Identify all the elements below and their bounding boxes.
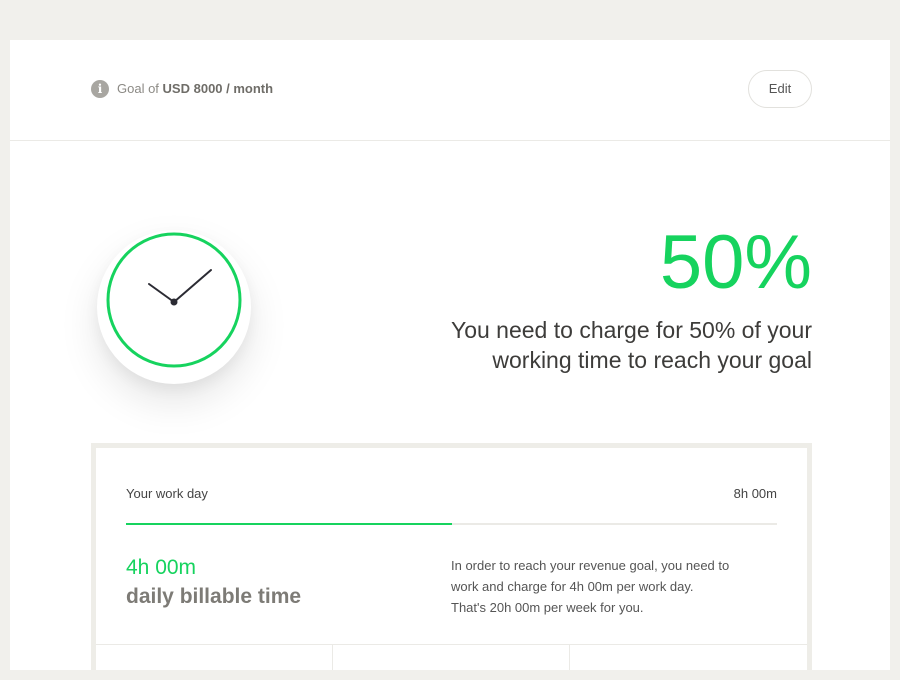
billable-progress-track [126, 523, 777, 525]
subtitle-line-2: working time to reach your goal [492, 347, 812, 373]
goal-subtitle: You need to charge for 50% of your worki… [392, 315, 812, 375]
billable-label: daily billable time [126, 585, 302, 608]
billable-progress-fill [126, 523, 452, 525]
edit-button[interactable]: Edit [748, 70, 812, 108]
goal-header: i Goal of USD 8000 / month Edit [10, 40, 890, 141]
stats-divider [332, 645, 333, 670]
subtitle-line-1: You need to charge for 50% of your [450, 317, 812, 343]
clock-icon [106, 232, 242, 368]
workday-label: Your work day [126, 486, 208, 501]
goal-prefix: Goal of [117, 81, 159, 96]
stats-divider [569, 645, 570, 670]
workday-value: 8h 00m [733, 486, 777, 501]
explanation-line-3: That's 20h 00m per week for you. [451, 600, 644, 615]
explanation-line-1: In order to reach your revenue goal, you… [451, 558, 730, 573]
goal-summary: Goal of USD 8000 / month [117, 81, 273, 97]
goal-amount: USD 8000 / month [162, 81, 274, 96]
billable-explanation: In order to reach your revenue goal, you… [451, 555, 771, 618]
info-icon[interactable]: i [91, 80, 109, 98]
explanation-line-2: work and charge for 4h 00m per work day. [451, 579, 694, 594]
billable-percent: 50% [659, 220, 812, 305]
goal-card: i Goal of USD 8000 / month Edit 50% You … [10, 40, 890, 670]
workday-panel: Your work day 8h 00m 4h 00m daily billab… [91, 443, 812, 670]
stats-row [96, 644, 807, 670]
clock-center [170, 298, 178, 306]
billable-time: 4h 00m [126, 556, 197, 579]
